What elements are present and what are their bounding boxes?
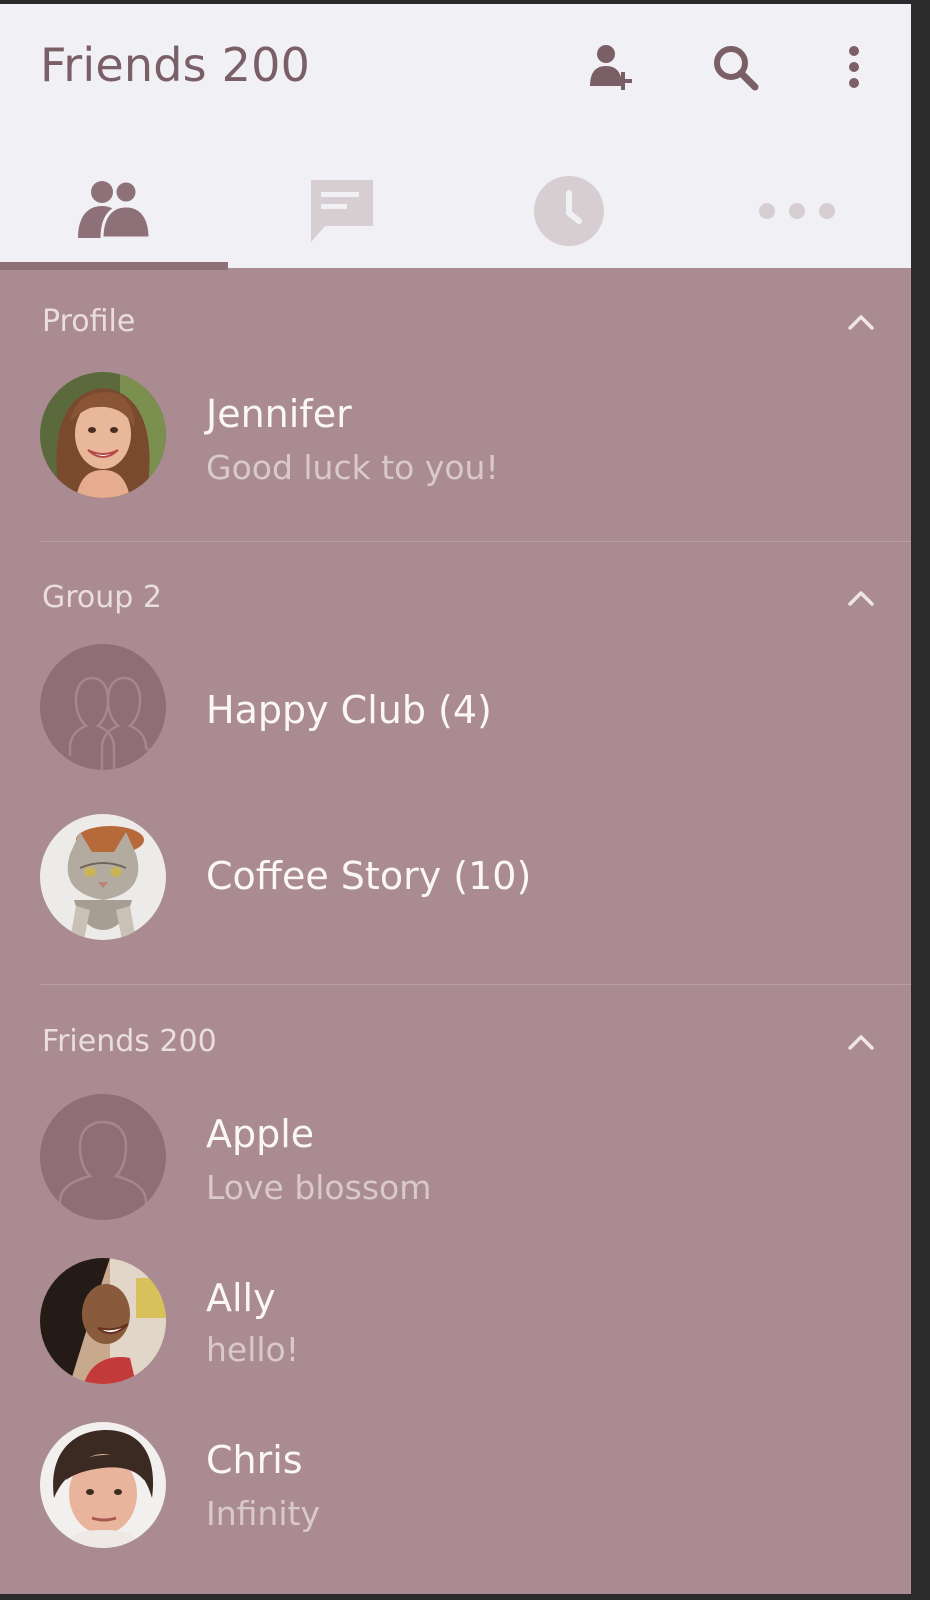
avatar (40, 372, 166, 498)
collapse-chevron-up-icon[interactable] (846, 312, 876, 332)
list-item-friend[interactable]: Apple Love blossom (0, 1092, 911, 1242)
search-icon[interactable] (710, 42, 762, 94)
contact-status: hello! (206, 1330, 299, 1369)
page-title: Friends 200 (40, 38, 311, 92)
avatar (40, 1422, 166, 1548)
list-item-group[interactable]: Coffee Story (10) (0, 810, 911, 960)
divider (40, 984, 911, 985)
avatar (40, 1258, 166, 1384)
group-placeholder-avatar (40, 644, 166, 770)
person-placeholder-avatar (40, 1094, 166, 1220)
friends-screen: Friends 200 Profile Jennifer Good luck t… (0, 4, 911, 1594)
top-app-bar: Friends 200 (0, 4, 911, 268)
list-item-profile[interactable]: Jennifer Good luck to you! (0, 370, 911, 520)
contact-name: Jennifer (206, 392, 352, 436)
group-name: Happy Club (4) (206, 688, 492, 732)
tab-selected-indicator (0, 262, 228, 270)
contact-status: Good luck to you! (206, 448, 499, 487)
section-header-groups: Group 2 (42, 580, 162, 615)
tab-chats[interactable] (228, 154, 456, 268)
more-icon (759, 203, 836, 219)
section-header-profile: Profile (42, 304, 136, 339)
contact-name: Ally (206, 1276, 276, 1320)
tab-more[interactable] (683, 154, 911, 268)
avatar (40, 814, 166, 940)
tab-recent[interactable] (456, 154, 684, 268)
tab-friends[interactable] (0, 154, 228, 268)
contact-name: Apple (206, 1112, 315, 1156)
clock-icon (534, 176, 605, 246)
chat-icon (310, 180, 373, 242)
add-friend-icon[interactable] (586, 42, 638, 94)
contact-status: Infinity (206, 1494, 320, 1533)
section-header-friends: Friends 200 (42, 1024, 217, 1059)
divider (40, 541, 911, 542)
list-item-friend[interactable]: Chris Infinity (0, 1420, 911, 1570)
list-item-group[interactable]: Happy Club (4) (0, 640, 911, 790)
overflow-menu-icon[interactable] (828, 42, 880, 94)
tab-bar (0, 154, 911, 268)
friends-icon (77, 179, 152, 240)
list-item-friend[interactable]: Ally hello! (0, 1256, 911, 1406)
screen-edge (911, 0, 930, 1600)
collapse-chevron-up-icon[interactable] (846, 1032, 876, 1052)
contact-status: Love blossom (206, 1168, 432, 1207)
group-name: Coffee Story (10) (206, 854, 532, 898)
collapse-chevron-up-icon[interactable] (846, 588, 876, 608)
contact-name: Chris (206, 1438, 303, 1482)
